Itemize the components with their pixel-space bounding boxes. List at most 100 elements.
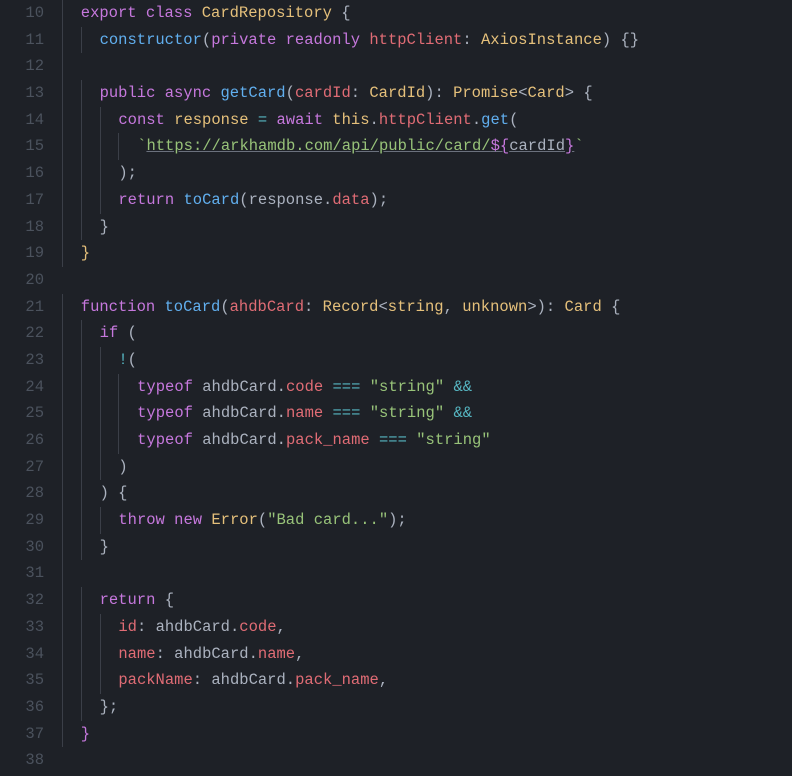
- code-line[interactable]: typeof ahdbCard.pack_name === "string": [62, 427, 792, 454]
- token: (: [220, 298, 229, 316]
- code-line[interactable]: export class CardRepository {: [62, 0, 792, 27]
- token: ,: [444, 298, 463, 316]
- token: getCard: [221, 84, 286, 102]
- token: ahdbCard: [211, 671, 285, 689]
- token: .: [277, 404, 286, 422]
- token: throw: [118, 511, 174, 529]
- code-line[interactable]: return {: [62, 587, 792, 614]
- token: }: [100, 538, 109, 556]
- line-number: 20: [0, 267, 44, 294]
- token: response: [249, 191, 323, 209]
- token: https://arkhamdb.com/api/public/card/: [146, 137, 490, 155]
- token: ) {}: [602, 31, 639, 49]
- code-line[interactable]: );: [62, 160, 792, 187]
- token: export: [81, 4, 146, 22]
- token: data: [332, 191, 369, 209]
- token: ===: [333, 378, 370, 396]
- line-number: 11: [0, 27, 44, 54]
- code-line[interactable]: }: [62, 534, 792, 561]
- code-line[interactable]: public async getCard(cardId: CardId): Pr…: [62, 80, 792, 107]
- token: cardId: [509, 137, 565, 155]
- token: ahdbCard: [202, 378, 276, 396]
- token: .: [286, 671, 295, 689]
- code-line[interactable]: }: [62, 214, 792, 241]
- code-line[interactable]: }: [62, 721, 792, 748]
- line-number: 22: [0, 320, 44, 347]
- line-number: 16: [0, 160, 44, 187]
- code-line[interactable]: if (: [62, 320, 792, 347]
- token: );: [370, 191, 389, 209]
- code-line[interactable]: };: [62, 694, 792, 721]
- token: new: [174, 511, 211, 529]
- code-line[interactable]: }: [62, 240, 792, 267]
- token: (: [127, 324, 136, 342]
- token: <: [518, 84, 527, 102]
- token: return: [100, 591, 165, 609]
- code-line[interactable]: [62, 747, 792, 774]
- token: ,: [379, 671, 388, 689]
- line-number: 18: [0, 214, 44, 241]
- token: ) {: [100, 484, 128, 502]
- token: }: [81, 725, 90, 743]
- line-number: 34: [0, 641, 44, 668]
- code-line[interactable]: typeof ahdbCard.name === "string" &&: [62, 400, 792, 427]
- token: public: [100, 84, 165, 102]
- line-number: 23: [0, 347, 44, 374]
- token: (: [509, 111, 518, 129]
- token: function: [81, 298, 165, 316]
- code-line[interactable]: function toCard(ahdbCard: Record<string,…: [62, 294, 792, 321]
- code-line[interactable]: [62, 267, 792, 294]
- token: .: [370, 111, 379, 129]
- token: .: [230, 618, 239, 636]
- line-number: 12: [0, 53, 44, 80]
- code-line[interactable]: throw new Error("Bad card...");: [62, 507, 792, 534]
- token: unknown: [462, 298, 527, 316]
- token: constructor: [100, 31, 202, 49]
- token: typeof: [137, 404, 202, 422]
- code-line[interactable]: name: ahdbCard.name,: [62, 641, 792, 668]
- code-line[interactable]: return toCard(response.data);: [62, 187, 792, 214]
- code-line[interactable]: const response = await this.httpClient.g…: [62, 107, 792, 134]
- line-number: 17: [0, 187, 44, 214]
- token: }: [100, 218, 109, 236]
- code-line[interactable]: [62, 53, 792, 80]
- token: ahdbCard: [202, 431, 276, 449]
- line-number: 29: [0, 507, 44, 534]
- token: :: [193, 671, 212, 689]
- token: toCard: [183, 191, 239, 209]
- line-number: 19: [0, 240, 44, 267]
- line-number: 21: [0, 294, 44, 321]
- code-line[interactable]: ) {: [62, 480, 792, 507]
- token: packName: [118, 671, 192, 689]
- code-line[interactable]: [62, 560, 792, 587]
- token: .: [277, 431, 286, 449]
- line-number: 33: [0, 614, 44, 641]
- code-line[interactable]: id: ahdbCard.code,: [62, 614, 792, 641]
- token: AxiosInstance: [481, 31, 602, 49]
- token: id: [118, 618, 137, 636]
- code-editor[interactable]: 1011121314151617181920212223242526272829…: [0, 0, 792, 776]
- code-line[interactable]: !(: [62, 347, 792, 374]
- code-line[interactable]: ): [62, 454, 792, 481]
- code-line[interactable]: packName: ahdbCard.pack_name,: [62, 667, 792, 694]
- token: httpClient: [379, 111, 472, 129]
- line-number: 31: [0, 560, 44, 587]
- token: ahdbCard: [230, 298, 304, 316]
- token: (: [258, 511, 267, 529]
- token: );: [118, 164, 137, 182]
- token: Card: [528, 84, 565, 102]
- token: !: [118, 351, 127, 369]
- code-line[interactable]: `https://arkhamdb.com/api/public/card/${…: [62, 133, 792, 160]
- token: this: [332, 111, 369, 129]
- token: ===: [333, 404, 370, 422]
- token: pack_name: [295, 671, 379, 689]
- token: }: [565, 137, 574, 155]
- token: Promise: [453, 84, 518, 102]
- code-line[interactable]: typeof ahdbCard.code === "string" &&: [62, 374, 792, 401]
- code-area[interactable]: export class CardRepository {constructor…: [62, 0, 792, 776]
- token: const: [118, 111, 174, 129]
- code-line[interactable]: constructor(private readonly httpClient:…: [62, 27, 792, 54]
- token: ===: [379, 431, 416, 449]
- token: &&: [444, 404, 481, 422]
- token: toCard: [165, 298, 221, 316]
